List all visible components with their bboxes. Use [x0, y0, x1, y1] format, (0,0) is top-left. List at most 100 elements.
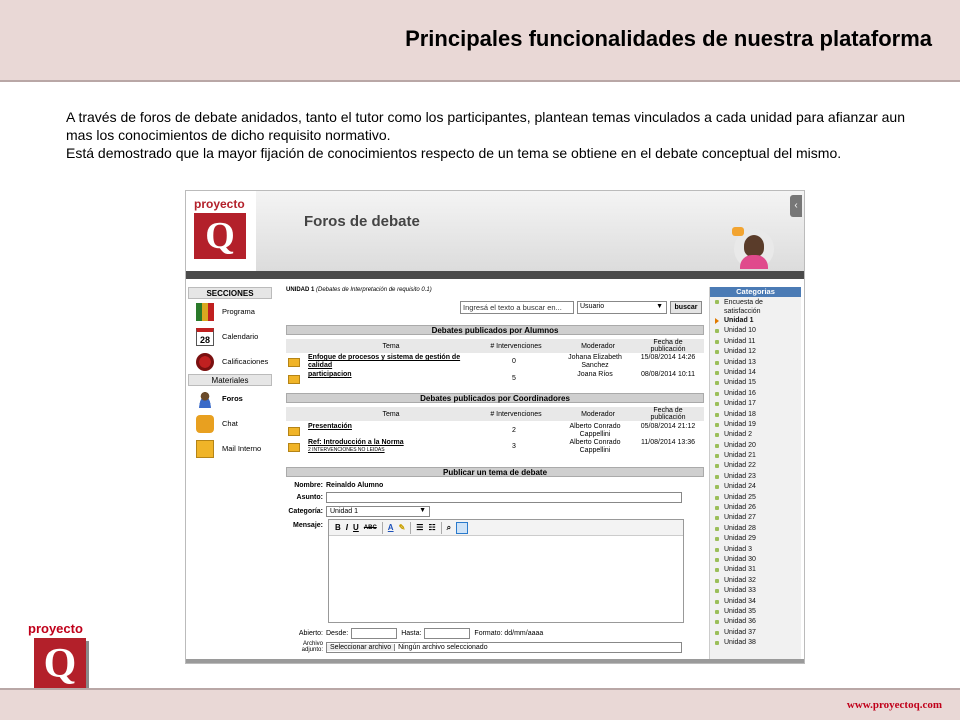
- publish-date: 08/08/2014 10:11: [641, 371, 695, 378]
- category-item[interactable]: Unidad 29: [710, 534, 801, 544]
- debate-link[interactable]: Enfogue de procesos y sistema de gestión…: [308, 354, 478, 369]
- category-item[interactable]: Unidad 26: [710, 503, 801, 513]
- table-row[interactable]: Enfogue de procesos y sistema de gestión…: [286, 354, 704, 370]
- folder-icon: [288, 443, 300, 452]
- category-select[interactable]: Unidad 1 ▼: [326, 505, 430, 517]
- underline-button[interactable]: U: [353, 523, 359, 532]
- category-item[interactable]: Unidad 18: [710, 410, 801, 420]
- category-item[interactable]: Encuesta de satisfacción: [710, 297, 801, 316]
- toolbar-divider: [381, 521, 383, 534]
- category-item[interactable]: Unidad 14: [710, 368, 801, 378]
- category-item[interactable]: Unidad 10: [710, 326, 801, 336]
- category-item[interactable]: Unidad 12: [710, 347, 801, 357]
- debate-link[interactable]: Ref: Introducción a la Norma 2 INTERVENCI…: [308, 439, 478, 454]
- attach-label: Archivo adjunto:: [301, 641, 323, 653]
- category-item[interactable]: Unidad 25: [710, 493, 801, 503]
- category-item[interactable]: Unidad 24: [710, 482, 801, 492]
- sidebar-item-label: Programa: [222, 307, 255, 316]
- sidebar-item-foros[interactable]: Foros: [188, 386, 272, 411]
- category-item[interactable]: Unidad 16: [710, 389, 801, 399]
- find-icon[interactable]: ⌕: [447, 523, 451, 533]
- moderator: Alberto Conrado Cappellini: [569, 423, 621, 438]
- source-icon[interactable]: [456, 521, 469, 534]
- to-date-input[interactable]: [424, 627, 471, 639]
- category-item[interactable]: Unidad 13: [710, 358, 801, 368]
- sidebar-item-programa[interactable]: Programa: [188, 299, 272, 324]
- category-item[interactable]: Unidad 33: [710, 586, 801, 596]
- slide-header: Principales funcionalidades de nuestra p…: [0, 0, 960, 82]
- sidebar-item-calificaciones[interactable]: Calificaciones: [188, 349, 272, 374]
- bullet-list-icon[interactable]: ☰: [416, 523, 423, 532]
- category-item[interactable]: Unidad 19: [710, 420, 801, 430]
- numbered-list-icon[interactable]: ☷: [428, 523, 435, 532]
- category-item[interactable]: Unidad 20: [710, 441, 801, 451]
- category-item[interactable]: Unidad 27: [710, 513, 801, 523]
- sidebar-nav: SECCIONES Programa 28 Calendario Calific…: [188, 287, 272, 461]
- category-item[interactable]: Unidad 34: [710, 597, 801, 607]
- app-header: proyecto Q Foros de debate ‹: [186, 191, 804, 271]
- file-picker[interactable]: Seleccionar archivo Ningún archivo selec…: [326, 641, 682, 653]
- sidebar-item-mail[interactable]: Mail Interno: [188, 436, 272, 461]
- subject-input[interactable]: [326, 491, 682, 503]
- app-logo[interactable]: proyecto Q: [194, 197, 250, 265]
- debate-link[interactable]: participacion: [308, 371, 478, 379]
- search-button[interactable]: buscar: [670, 301, 702, 314]
- table-row[interactable]: Presentación 2 Alberto Conrado Cappellin…: [286, 423, 704, 439]
- choose-file-button[interactable]: Seleccionar archivo: [327, 643, 396, 651]
- from-label: Desde:: [326, 629, 349, 637]
- category-item[interactable]: Unidad 32: [710, 576, 801, 586]
- search-input[interactable]: Ingresá el texto a buscar en...: [460, 301, 574, 314]
- category-item[interactable]: Unidad 23: [710, 472, 801, 482]
- category-item[interactable]: Unidad 2: [710, 430, 801, 440]
- sidebar-item-label: Calendario: [222, 332, 259, 341]
- bold-button[interactable]: B: [335, 523, 341, 532]
- category-item[interactable]: Unidad 22: [710, 461, 801, 471]
- table-row[interactable]: Ref: Introducción a la Norma 2 INTERVENCI…: [286, 439, 704, 455]
- category-item[interactable]: Unidad 17: [710, 399, 801, 409]
- strike-button[interactable]: ABC: [364, 525, 377, 531]
- dates-row: Abierto: Desde: Hasta: Formato: dd/mm/aa…: [286, 627, 543, 639]
- sections-heading: SECCIONES: [188, 287, 272, 299]
- sidebar-item-calendario[interactable]: 28 Calendario: [188, 324, 272, 349]
- moderator: Alberto Conrado Cappellini: [569, 439, 621, 454]
- highlight-icon[interactable]: ✎: [399, 523, 406, 532]
- category-item[interactable]: Unidad 38: [710, 638, 801, 648]
- category-item[interactable]: Unidad 15: [710, 378, 801, 388]
- unread-note: 2 INTERVENCIONES NO LEIDAS: [308, 446, 385, 453]
- publish-heading: Publicar un tema de debate: [286, 467, 704, 477]
- category-item[interactable]: Unidad 36: [710, 617, 801, 627]
- chevron-down-icon: ▼: [419, 506, 426, 514]
- ribbon-icon: [196, 352, 214, 371]
- sidebar-item-chat[interactable]: Chat: [188, 411, 272, 436]
- font-color-button[interactable]: A: [388, 523, 394, 532]
- chat-icon: [196, 414, 214, 433]
- name-row: Nombre: Reinaldo Alumno: [286, 479, 383, 491]
- category-item[interactable]: Unidad 21: [710, 451, 801, 461]
- footer-url[interactable]: www.proyectoq.com: [847, 699, 942, 711]
- file-status: Ningún archivo seleccionado: [398, 643, 488, 651]
- category-item[interactable]: Unidad 30: [710, 555, 801, 565]
- bottom-scrollbar[interactable]: [186, 659, 804, 663]
- interventions-count: 5: [512, 375, 516, 382]
- table-row[interactable]: participacion 5 Joana Ríos 08/08/2014 10…: [286, 371, 704, 387]
- user-avatar[interactable]: [732, 227, 774, 269]
- category-item[interactable]: Unidad 31: [710, 565, 801, 575]
- category-item[interactable]: Unidad 11: [710, 337, 801, 347]
- category-item[interactable]: Unidad 28: [710, 524, 801, 534]
- from-date-input[interactable]: [351, 627, 398, 639]
- to-label: Hasta:: [401, 629, 422, 637]
- category-item[interactable]: Unidad 1: [710, 316, 801, 326]
- message-editor[interactable]: B I U ABC A ✎ ☰ ☷ ⌕: [328, 519, 684, 623]
- name-value: Reinaldo Alumno: [326, 481, 384, 489]
- breadcrumb-detail: (Debates de Interpretación de requisito …: [316, 287, 432, 293]
- italic-button[interactable]: I: [346, 523, 348, 532]
- slide-logo: proyecto Q: [28, 622, 94, 692]
- category-item[interactable]: Unidad 3: [710, 545, 801, 555]
- publish-date: 15/08/2014 14:26: [640, 354, 696, 361]
- category-item[interactable]: Unidad 37: [710, 628, 801, 638]
- app-logo-letter: Q: [194, 213, 246, 259]
- collapse-tab-icon[interactable]: ‹: [790, 195, 802, 217]
- category-item[interactable]: Unidad 35: [710, 607, 801, 617]
- debate-link[interactable]: Presentación: [308, 423, 478, 431]
- search-field-select[interactable]: Usuario: [577, 301, 667, 314]
